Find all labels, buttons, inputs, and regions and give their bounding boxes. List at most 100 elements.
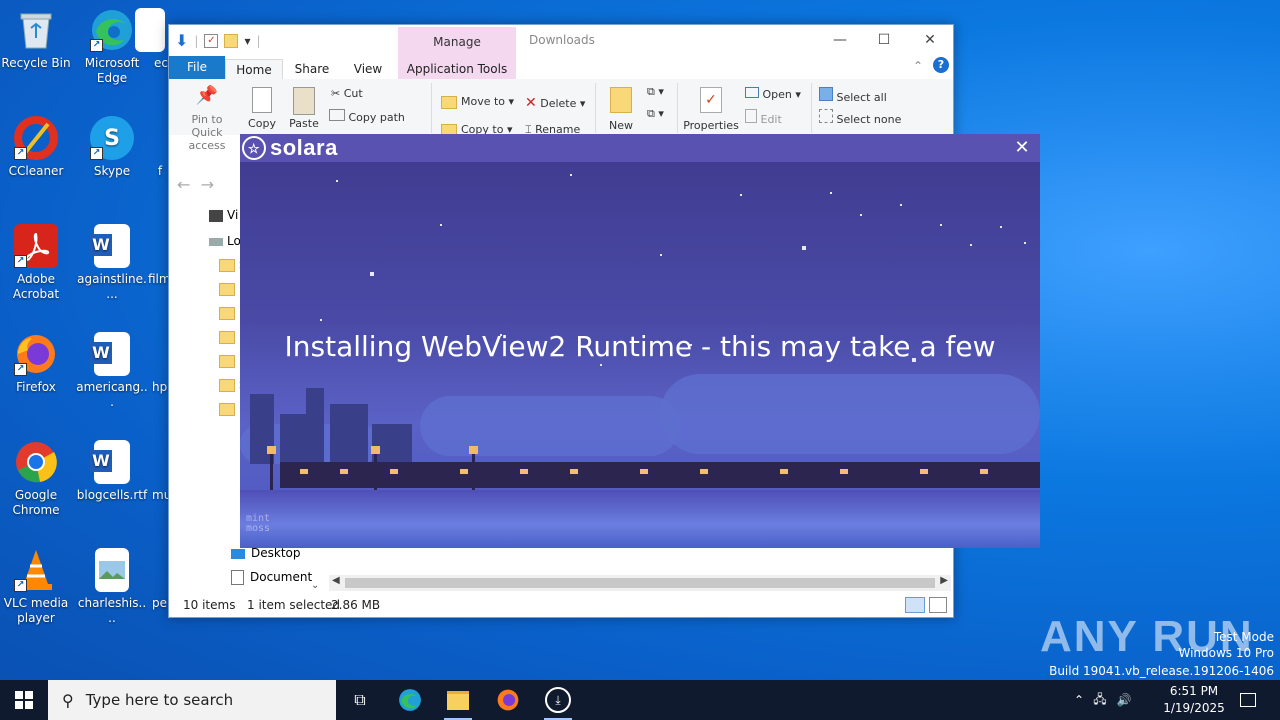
desktop-icon-americang[interactable]: W americang... <box>76 332 148 410</box>
new-folder-icon[interactable] <box>224 33 239 48</box>
desktop-icon-ccleaner[interactable]: ↗ CCleaner <box>0 116 72 179</box>
desktop-folder-icon <box>231 548 245 559</box>
volume-icon[interactable]: 🔊 <box>1112 693 1136 707</box>
select-all-button[interactable]: Select all <box>819 87 887 104</box>
copy-path-label: Copy path <box>348 111 405 124</box>
forward-arrow-icon[interactable]: → <box>201 175 214 194</box>
shortcut-arrow-icon: ↗ <box>14 147 27 160</box>
show-hidden-icons-icon[interactable]: ⌃ <box>1070 693 1088 707</box>
explorer-titlebar[interactable]: ⬇ | ✓ ▾ | Manage Downloads — ☐ ✕ <box>169 25 953 79</box>
taskbar-clock[interactable]: 6:51 PM 1/19/2025 <box>1158 683 1230 717</box>
folder-icon <box>219 379 235 392</box>
folder-icon <box>219 355 235 368</box>
task-view-button[interactable]: ⧉ <box>340 684 380 716</box>
taskbar-installer[interactable]: ⤓ <box>538 684 578 720</box>
large-icons-view-icon[interactable] <box>929 597 947 613</box>
train-window <box>520 469 528 474</box>
pin-quick-access-button[interactable]: 📌 Pin to Quick access <box>175 87 239 153</box>
train-window <box>460 469 468 474</box>
copy-path-button[interactable]: Copy path <box>329 109 405 124</box>
taskbar-firefox[interactable] <box>488 684 528 716</box>
desktop-icon-f[interactable]: f <box>150 164 170 179</box>
close-button[interactable]: ✕ <box>907 29 953 51</box>
taskbar-search-box[interactable]: ⚲ Type here to search <box>48 680 336 720</box>
desktop-icon-firefox[interactable]: ↗ Firefox <box>0 332 72 395</box>
cut-button[interactable]: ✂ Cut <box>331 87 363 100</box>
properties-check-icon[interactable]: ✓ <box>204 33 219 48</box>
copy-button[interactable]: Copy <box>247 87 277 130</box>
help-icon[interactable]: ? <box>933 57 949 73</box>
scrollbar-thumb[interactable] <box>345 578 935 588</box>
selection-count: 1 item selected <box>247 598 341 612</box>
desktop-icon-againstline[interactable]: W againstline.... <box>76 224 148 302</box>
collapse-ribbon-icon[interactable]: ⌃ <box>913 59 923 73</box>
train-window <box>700 469 708 474</box>
desktop-icon-charleshis[interactable]: charleshis.... <box>76 548 148 626</box>
desktop-icon-adobe-acrobat[interactable]: ↗ Adobe Acrobat <box>0 224 72 302</box>
network-icon[interactable]: 🖧 <box>1088 690 1112 711</box>
easy-access-button[interactable]: ⧉ ▾ <box>647 107 664 121</box>
install-status-message: Installing WebView2 Runtime - this may t… <box>284 330 996 363</box>
scroll-down-icon[interactable]: ⌄ <box>311 580 319 591</box>
paste-button[interactable]: Paste <box>287 87 321 130</box>
details-view-icon[interactable] <box>905 597 925 613</box>
tab-view[interactable]: View <box>343 59 393 79</box>
search-icon: ⚲ <box>62 690 74 710</box>
tree-item[interactable]: Lo <box>209 231 241 251</box>
properties-button[interactable]: ✓ Properties <box>683 87 739 132</box>
scroll-left-icon[interactable]: ◀ <box>332 575 340 586</box>
desktop-icon-blogcells[interactable]: W blogcells.rtf <box>76 440 148 503</box>
solara-installer-window[interactable]: mint moss ☆ solara ✕ Installing WebView2… <box>240 134 1040 548</box>
tab-file[interactable]: File <box>169 56 225 79</box>
horizontal-scrollbar[interactable]: ◀ ▶ <box>329 575 951 591</box>
start-button[interactable] <box>0 680 48 720</box>
clock-date: 1/19/2025 <box>1163 701 1225 715</box>
desktop-icon-skype[interactable]: S ↗ Skype <box>76 116 148 179</box>
drive-icon <box>209 237 223 246</box>
select-none-button[interactable]: Select none <box>819 109 901 126</box>
move-to-button[interactable]: Move to ▾ <box>441 95 514 109</box>
desktop-icon-ec[interactable]: ec <box>130 8 170 71</box>
tree-item-documents[interactable]: Document <box>231 567 312 587</box>
status-bar: 10 items 1 item selected 2.86 MB <box>169 593 953 617</box>
desktop-icon-chrome[interactable]: Google Chrome <box>0 440 72 518</box>
open-label: Open <box>762 88 792 101</box>
tree-item[interactable]: Vi <box>209 205 238 225</box>
solara-close-button[interactable]: ✕ <box>1010 136 1034 160</box>
ribbon-tabs: File Home Share View Application Tools ⌃… <box>169 55 953 83</box>
ribbon-divider <box>811 83 812 133</box>
acrobat-icon: ↗ <box>14 224 58 268</box>
search-placeholder: Type here to search <box>85 691 234 709</box>
select-all-label: Select all <box>836 91 887 104</box>
desktop-icon-label: charleshis.... <box>77 596 147 625</box>
city-building <box>306 388 324 464</box>
word-document-icon: W <box>90 332 130 376</box>
skype-icon: S ↗ <box>90 116 134 160</box>
back-arrow-icon[interactable]: ← <box>177 175 190 194</box>
tab-application-tools[interactable]: Application Tools <box>398 59 516 79</box>
customize-qat-icon[interactable]: ▾ <box>244 34 250 48</box>
new-folder-big-icon <box>610 87 632 113</box>
new-folder-button[interactable]: New <box>605 87 637 132</box>
cloud <box>660 374 1040 454</box>
edit-button[interactable]: Edit <box>745 109 782 126</box>
delete-button[interactable]: ✕ Delete ▾ <box>525 95 585 111</box>
taskbar-file-explorer[interactable] <box>438 684 478 720</box>
train-window <box>780 469 788 474</box>
star <box>900 204 902 206</box>
desktop-icon-vlc[interactable]: ↗ VLC media player <box>0 548 72 626</box>
tab-share[interactable]: Share <box>287 59 337 79</box>
scroll-right-icon[interactable]: ▶ <box>940 575 948 586</box>
open-button[interactable]: Open ▾ <box>745 87 801 101</box>
download-arrow-icon[interactable]: ⬇ <box>175 31 188 50</box>
taskbar-edge[interactable] <box>390 684 430 716</box>
minimize-button[interactable]: — <box>817 29 863 51</box>
separator: | <box>256 33 261 48</box>
desktop-icon-recycle-bin[interactable]: Recycle Bin <box>0 8 72 71</box>
desktop-icon-label: ec <box>154 56 168 70</box>
notifications-button[interactable] <box>1236 680 1260 720</box>
new-item-button[interactable]: ⧉ ▾ <box>647 85 664 99</box>
documents-icon <box>231 570 244 585</box>
maximize-button[interactable]: ☐ <box>861 29 907 51</box>
folder-icon <box>441 95 457 109</box>
